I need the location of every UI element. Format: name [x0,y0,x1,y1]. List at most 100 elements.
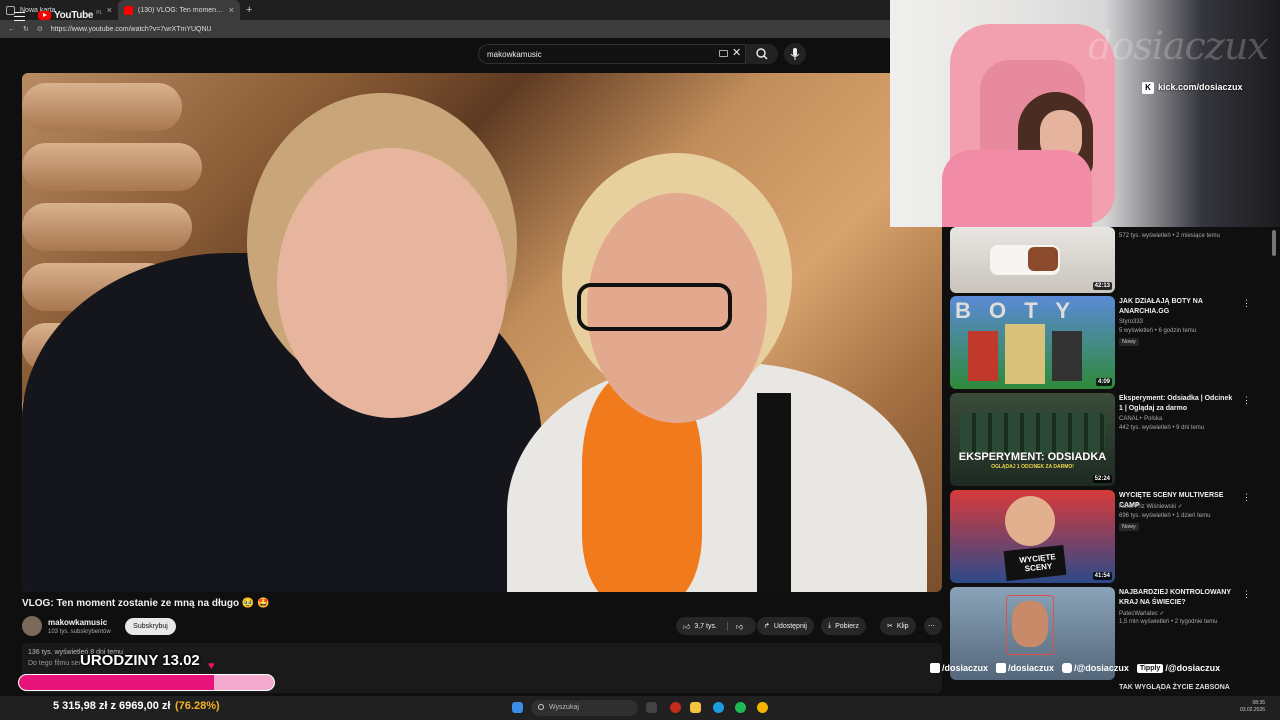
goal-progress-fill [19,675,214,690]
file-explorer-icon[interactable] [690,702,701,713]
scissors-icon: ✂ [887,623,893,630]
youtube-favicon-icon [124,5,133,15]
subscriber-count: 103 tys. subskrybentów [48,629,111,635]
new-tab-button[interactable]: + [246,4,252,16]
subscribe-button[interactable]: Subskrybuj [125,618,176,635]
video-duration: 52:24 [1092,475,1112,483]
social-label: /@dosiaczux [1074,663,1129,673]
new-badge: Nowy [1119,338,1139,346]
social-label: /dosiaczux [942,663,989,673]
taskbar-search-input[interactable]: Wyszukaj [531,700,638,716]
search-icon [538,704,544,710]
youtube-logo[interactable]: YouTube PL [38,10,102,21]
video-title[interactable]: TAK WYGLĄDA ŻYCIE ZABSONA [1119,684,1230,691]
reload-icon[interactable]: ↻ [23,25,29,33]
bag-strap [757,393,791,592]
face-shape [1012,601,1048,647]
social-tipply: Tipply /@dosiaczux [1136,663,1221,673]
tipply-icon: Tipply [1136,663,1164,673]
more-options-icon[interactable]: ⋮ [1242,492,1251,503]
goal-amount: 5 315,98 zł z 6969,00 zł [53,700,171,712]
video-duration: 41:54 [1092,572,1112,580]
youtube-wordmark: YouTube [54,10,94,21]
more-actions-button[interactable]: ⋯ [924,617,942,635]
channel-name[interactable]: makowkamusic [48,618,107,627]
channel-name[interactable]: Karol Friz Wiśniewski ✓ [1119,503,1183,510]
like-count[interactable]: 3,7 tys. [694,623,717,630]
new-badge: Nowy [1119,523,1139,531]
youtube-play-icon [38,11,51,20]
video-duration: 42:13 [1092,282,1112,290]
more-options-icon[interactable]: ⋮ [1242,395,1251,406]
video-duration: 4:09 [1095,378,1112,386]
close-tab-icon[interactable]: × [107,5,112,15]
video-thumbnail[interactable]: B O T Y 4:09 [950,296,1115,389]
sidebar-scrollbar[interactable] [1272,230,1276,256]
goal-percent: (76.28%) [175,700,220,712]
search-button[interactable] [746,44,778,64]
video-thumbnail[interactable]: WYCIĘTE SCENY 41:54 [950,490,1115,583]
clock-time: 08:35 [1252,700,1266,706]
video-meta: 1,5 mln wyświetleń • 2 tygodnie temu [1119,619,1218,625]
share-button[interactable]: ↱ Udostępnij [757,617,814,635]
video-player[interactable] [22,73,942,592]
clear-search-icon[interactable]: ✕ [732,46,741,59]
hamburger-menu-icon[interactable] [14,12,25,21]
search-input[interactable]: makowkamusic [478,44,746,64]
video-meta: 442 tys. wyświetleń • 9 dni temu [1119,425,1205,431]
site-info-icon[interactable]: ⊙ [37,25,43,33]
video-title[interactable]: JAK DZIAŁAJĄ BOTY NA ANARCHIA.GG [1119,297,1237,317]
clip-label: Klip [896,622,909,630]
more-options-icon[interactable]: ⋮ [1242,589,1251,600]
watermark: dosiaczux [1088,24,1269,68]
video-title[interactable]: Eksperyment: Odsiadka | Odcinek 1 | Oglą… [1119,394,1237,414]
thumbnail-text: EKSPERYMENT: ODSIADKA [958,451,1107,463]
close-tab-icon[interactable]: × [229,5,234,15]
social-youtube: /@dosiaczux [1062,663,1129,673]
share-icon: ↱ [764,623,770,630]
instagram-icon [930,663,940,673]
video-meta: 5 wyświetleń • 6 godzin temu [1119,328,1197,334]
channel-name[interactable]: PatecWarlatec ✓ [1119,610,1165,617]
webcam-feed: dosiaczux [890,0,1280,227]
channel-name[interactable]: CANAL+ Polska [1119,416,1162,422]
keyboard-icon[interactable] [719,50,728,57]
download-button[interactable]: ⤓ Pobierz [821,617,866,635]
video-thumbnail[interactable]: EKSPERYMENT: ODSIADKA OGLĄDAJ 1 ODCINEK … [950,393,1115,486]
log-wall [22,203,192,251]
url-field[interactable]: https://www.youtube.com/watch?v=7wrXTmYU… [51,26,212,33]
system-clock[interactable]: 08:35 03.02.2026 [1240,700,1265,714]
voice-search-button[interactable] [784,43,806,65]
search-icon [756,48,768,60]
minecraft-skin [1052,331,1082,381]
video-title[interactable]: NAJBARDZIEJ KONTROLOWANY KRAJ NA ŚWIECIE… [1119,588,1237,608]
spotify-icon[interactable] [735,702,746,713]
video-title: VLOG: Ten moment zostanie ze mną na dług… [22,598,270,609]
glasses [577,283,732,331]
clock-date: 03.02.2026 [1240,707,1266,713]
download-icon: ⤓ [828,622,832,629]
social-tiktok: /dosiaczux [996,663,1054,673]
log-wall [22,143,202,191]
video-thumbnail[interactable]: 42:13 [950,227,1115,293]
chrome-icon[interactable] [757,702,768,713]
channel-name[interactable]: Styro333 [1119,319,1143,325]
avatar[interactable] [22,616,42,636]
app-icon[interactable] [670,702,681,713]
log-wall [22,83,182,131]
goal-title: URODZINY 13.02 [80,652,200,669]
more-options-icon[interactable]: ⋮ [1242,298,1251,309]
edge-icon[interactable] [713,702,724,713]
region-code: PL [96,10,103,16]
download-label: Pobierz [835,622,859,630]
clip-button[interactable]: ✂ Klip [880,617,916,635]
like-icon[interactable]: 👍︎ [683,622,690,631]
task-view-icon[interactable] [646,702,657,713]
social-label: /@dosiaczux [1165,663,1221,673]
tab-youtube-video[interactable]: (130) VLOG: Ten moment zostanie × [118,0,240,20]
windows-start-icon[interactable] [512,702,523,713]
thumbnail-text: B O T Y [955,298,1077,323]
back-icon[interactable]: ← [8,26,15,33]
dislike-icon[interactable]: 👎︎ [726,621,743,631]
share-label: Udostępnij [773,622,807,630]
